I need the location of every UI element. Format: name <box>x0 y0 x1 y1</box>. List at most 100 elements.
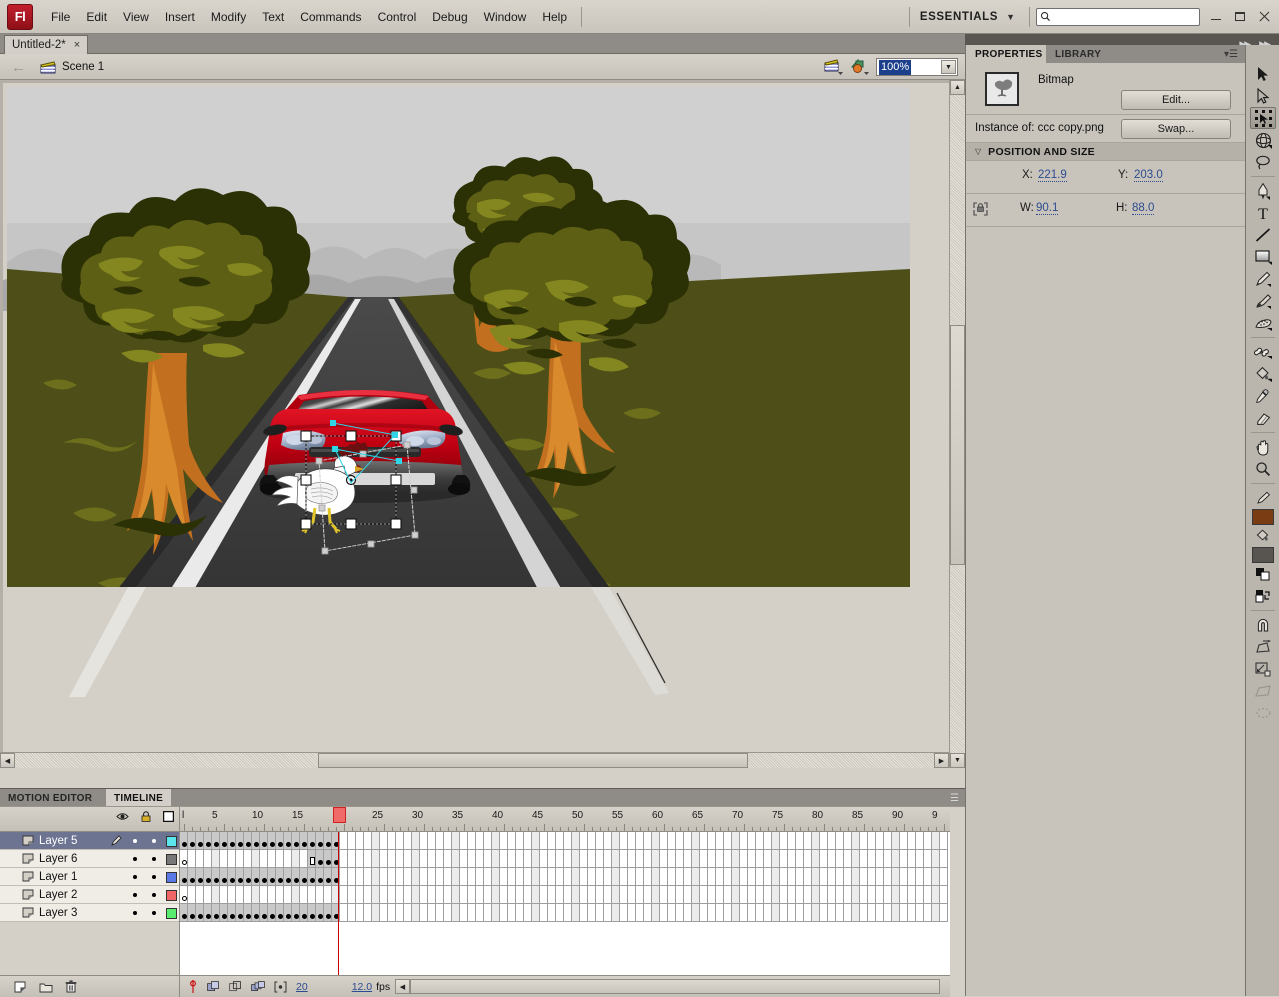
frame-cell[interactable] <box>532 832 540 850</box>
layer-row-layer-6[interactable]: Layer 6 <box>0 850 179 868</box>
frame-cell[interactable] <box>636 868 644 886</box>
restore-button[interactable] <box>1234 10 1247 23</box>
stroke-color-swatch[interactable] <box>1252 509 1274 525</box>
frame-cell[interactable] <box>268 832 276 850</box>
frame-cell[interactable] <box>716 850 724 868</box>
frame-cell[interactable] <box>428 886 436 904</box>
frame-cell[interactable] <box>756 904 764 922</box>
frame-cell[interactable] <box>388 868 396 886</box>
frame-cell[interactable] <box>804 868 812 886</box>
frame-cell[interactable] <box>348 904 356 922</box>
menu-insert[interactable]: Insert <box>157 7 203 27</box>
frame-cell[interactable] <box>876 886 884 904</box>
frame-cell[interactable] <box>452 832 460 850</box>
black-and-white-icon[interactable] <box>1250 563 1276 585</box>
frame-cell[interactable] <box>572 904 580 922</box>
lock-icon[interactable] <box>141 811 151 822</box>
frame-cell[interactable] <box>620 850 628 868</box>
frame-cell[interactable] <box>756 886 764 904</box>
frame-cell[interactable] <box>636 832 644 850</box>
frame-cell[interactable] <box>756 868 764 886</box>
frame-cell[interactable] <box>828 886 836 904</box>
frame-cell[interactable] <box>388 904 396 922</box>
frame-cell[interactable] <box>844 850 852 868</box>
frame-cell[interactable] <box>772 904 780 922</box>
frame-cell[interactable] <box>212 832 220 850</box>
frame-cell[interactable] <box>300 886 308 904</box>
frame-cell[interactable] <box>716 832 724 850</box>
onion-skin-outlines-icon[interactable] <box>229 980 242 993</box>
frame-cell[interactable] <box>348 868 356 886</box>
frame-cell[interactable] <box>436 868 444 886</box>
frame-row-layer-3[interactable] <box>180 904 950 922</box>
frame-cell[interactable] <box>644 832 652 850</box>
frame-cell[interactable] <box>500 904 508 922</box>
frame-cell[interactable] <box>900 832 908 850</box>
frame-cell[interactable] <box>612 850 620 868</box>
frame-cell[interactable] <box>692 904 700 922</box>
scroll-down-button[interactable]: ▼ <box>950 753 965 768</box>
tab-timeline[interactable]: TIMELINE <box>106 789 172 807</box>
frame-cell[interactable] <box>852 886 860 904</box>
frame-cell[interactable] <box>676 850 684 868</box>
frame-cell[interactable] <box>900 868 908 886</box>
zoom-level-value[interactable]: 100% <box>879 59 912 75</box>
frame-cell[interactable] <box>884 832 892 850</box>
frame-cell[interactable] <box>188 832 196 850</box>
frame-cell[interactable] <box>820 850 828 868</box>
frame-cell[interactable] <box>852 868 860 886</box>
frame-cell[interactable] <box>684 886 692 904</box>
frame-cell[interactable] <box>652 868 660 886</box>
frame-cell[interactable] <box>772 868 780 886</box>
frame-cell[interactable] <box>316 832 324 850</box>
frame-cell[interactable] <box>732 832 740 850</box>
frame-cell[interactable] <box>908 832 916 850</box>
frame-cell[interactable] <box>452 850 460 868</box>
scene-name-label[interactable]: Scene 1 <box>62 61 104 73</box>
frame-cell[interactable] <box>492 868 500 886</box>
frame-cell[interactable] <box>684 832 692 850</box>
layer-lock-toggle[interactable] <box>152 892 156 897</box>
frame-cell[interactable] <box>716 868 724 886</box>
frame-cell[interactable] <box>212 850 220 868</box>
frame-cell[interactable] <box>876 868 884 886</box>
frame-cell[interactable] <box>532 904 540 922</box>
frame-grid[interactable] <box>180 832 950 975</box>
frame-cell[interactable] <box>628 832 636 850</box>
fill-color-swatch[interactable] <box>1252 547 1274 563</box>
frame-cell[interactable] <box>380 904 388 922</box>
frame-cell[interactable] <box>236 868 244 886</box>
frame-cell[interactable] <box>428 832 436 850</box>
deco-tool[interactable] <box>1250 312 1276 334</box>
layer-row-layer-1[interactable]: Layer 1 <box>0 868 179 886</box>
frame-cell[interactable] <box>396 868 404 886</box>
frame-cell[interactable] <box>468 868 476 886</box>
layer-visibility-toggle[interactable] <box>133 838 137 843</box>
frame-cell[interactable] <box>220 904 228 922</box>
frame-cell[interactable] <box>708 904 716 922</box>
frame-cell[interactable] <box>228 886 236 904</box>
edit-symbols-icon[interactable] <box>850 58 870 76</box>
frame-cell[interactable] <box>788 904 796 922</box>
frame-cell[interactable] <box>364 904 372 922</box>
frame-cell[interactable] <box>220 832 228 850</box>
layer-lock-toggle[interactable] <box>152 856 156 861</box>
frame-cell[interactable] <box>660 904 668 922</box>
layer-outline-color[interactable] <box>166 872 177 883</box>
new-folder-icon[interactable] <box>39 981 53 993</box>
frame-cell[interactable] <box>388 886 396 904</box>
frame-cell[interactable] <box>500 886 508 904</box>
frame-cell[interactable] <box>572 868 580 886</box>
h-value[interactable]: 88.0 <box>1132 202 1155 215</box>
frame-cell[interactable] <box>676 904 684 922</box>
frame-cell[interactable] <box>260 904 268 922</box>
frame-cell[interactable] <box>748 850 756 868</box>
frame-cell[interactable] <box>684 850 692 868</box>
frame-cell[interactable] <box>596 868 604 886</box>
frame-cell[interactable] <box>700 832 708 850</box>
frame-cell[interactable] <box>548 850 556 868</box>
frame-cell[interactable] <box>780 868 788 886</box>
playhead-marker[interactable] <box>333 807 346 823</box>
zoom-tool[interactable] <box>1250 458 1276 480</box>
frame-cell[interactable] <box>652 832 660 850</box>
